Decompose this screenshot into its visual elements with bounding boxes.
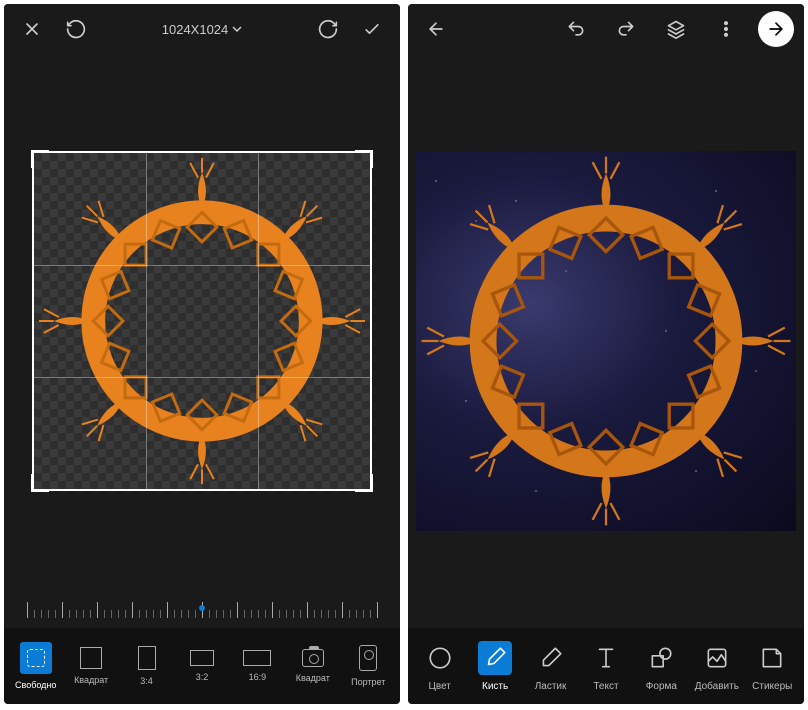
crop-topbar: 1024X1024 <box>4 4 400 54</box>
crop-canvas[interactable] <box>4 54 400 588</box>
tool-label: Форма <box>646 681 677 692</box>
ratio-label: Квадрат <box>74 675 108 685</box>
tool-brush[interactable]: Кисть <box>469 641 521 692</box>
crop-handle-tr[interactable] <box>355 150 373 168</box>
chevron-down-icon <box>232 24 242 34</box>
tool-label: Цвет <box>428 681 450 692</box>
starfield-bg <box>416 151 796 531</box>
forward-fab[interactable] <box>758 11 794 47</box>
ratio-label: Свободно <box>15 680 56 690</box>
redo-icon[interactable] <box>608 11 644 47</box>
ratio-label: Квадрат <box>296 673 330 683</box>
ratio-3-2[interactable]: 3:2 <box>176 650 228 682</box>
crop-handle-bl[interactable] <box>31 474 49 492</box>
tool-label: Ластик <box>535 681 567 692</box>
crop-handle-br[interactable] <box>355 474 373 492</box>
ratio-16-9[interactable]: 16:9 <box>231 650 283 682</box>
mandala-artwork <box>416 151 796 531</box>
tool-label: Добавить <box>695 681 739 692</box>
crop-ratio-bar: Свободно Квадрат 3:4 3:2 16:9 Квадрат По… <box>4 628 400 704</box>
ratio-3-4[interactable]: 3:4 <box>121 646 173 686</box>
crop-frame[interactable] <box>32 151 372 491</box>
dimensions-dropdown[interactable]: 1024X1024 <box>162 22 243 37</box>
ratio-label: Портрет <box>351 677 385 687</box>
tool-shape[interactable]: Форма <box>635 641 687 692</box>
ratio-camera[interactable]: Квадрат <box>287 649 339 683</box>
draw-canvas[interactable] <box>408 54 804 628</box>
close-icon[interactable] <box>14 11 50 47</box>
back-icon[interactable] <box>418 11 454 47</box>
undo-icon[interactable] <box>558 11 594 47</box>
ratio-label: 16:9 <box>249 672 267 682</box>
reset-icon[interactable] <box>58 11 94 47</box>
ruler-indicator <box>199 605 205 611</box>
tool-label: Стикеры <box>752 681 792 692</box>
draw-editor-screen: Цвет Кисть Ластик Текст Форма Добавить С… <box>408 4 804 704</box>
tool-text[interactable]: Текст <box>580 641 632 692</box>
menu-dots-icon[interactable] <box>708 11 744 47</box>
tool-label: Текст <box>593 681 618 692</box>
draw-topbar <box>408 4 804 54</box>
ratio-square[interactable]: Квадрат <box>65 647 117 685</box>
tool-stickers[interactable]: Стикеры <box>746 641 798 692</box>
dimensions-text: 1024X1024 <box>162 22 229 37</box>
tool-eraser[interactable]: Ластик <box>525 641 577 692</box>
rotation-ruler[interactable] <box>4 588 400 628</box>
tool-add[interactable]: Добавить <box>691 641 743 692</box>
ratio-label: 3:4 <box>140 676 153 686</box>
mandala-artwork <box>34 153 370 489</box>
tool-label: Кисть <box>482 681 508 692</box>
ratio-portrait[interactable]: Портрет <box>342 645 394 687</box>
crop-handle-tl[interactable] <box>31 150 49 168</box>
crop-editor-screen: 1024X1024 <box>4 4 400 704</box>
ratio-label: 3:2 <box>196 672 209 682</box>
ratio-free[interactable]: Свободно <box>10 642 62 690</box>
confirm-icon[interactable] <box>354 11 390 47</box>
tool-color[interactable]: Цвет <box>414 641 466 692</box>
redo-icon[interactable] <box>310 11 346 47</box>
layers-icon[interactable] <box>658 11 694 47</box>
draw-toolbar: Цвет Кисть Ластик Текст Форма Добавить С… <box>408 628 804 704</box>
